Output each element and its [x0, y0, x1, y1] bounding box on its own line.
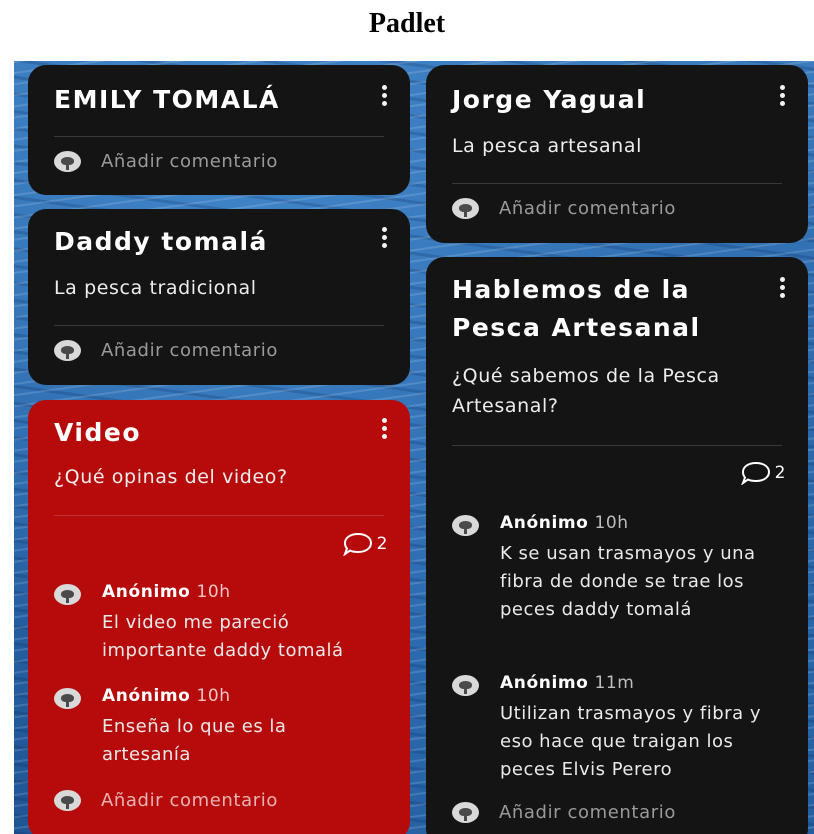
comment-author: Anónimo [500, 513, 589, 533]
comment-time: 11m [594, 673, 635, 693]
comment-time: 10h [594, 513, 629, 533]
post-title: Jorge Yagual [452, 85, 647, 114]
comment-author: Anónimo [102, 582, 191, 602]
post-body: ¿Qué sabemos de la Pesca Artesanal? [452, 365, 720, 417]
comment-count[interactable]: 2 [740, 461, 786, 485]
add-comment-button[interactable]: Añadir comentario [54, 340, 278, 361]
avatar-icon [452, 802, 479, 823]
comment-text: El video me pareció importante daddy tom… [102, 612, 344, 661]
comment-time: 10h [196, 582, 231, 602]
add-comment-label: Añadir comentario [101, 340, 278, 361]
comment-time: 10h [196, 686, 231, 706]
add-comment-button[interactable]: Añadir comentario [452, 802, 676, 823]
divider [54, 136, 384, 137]
avatar-icon [452, 515, 479, 536]
divider [54, 325, 384, 326]
post-title: Daddy tomalá [54, 227, 268, 256]
divider [452, 445, 782, 446]
add-comment-label: Añadir comentario [101, 151, 278, 172]
page-title: Padlet [368, 8, 446, 39]
post-card-daddy[interactable]: Daddy tomalá La pesca tradicional Añadir… [28, 209, 410, 385]
padlet-board: EMILY TOMALÁ Añadir comentario Daddy tom… [14, 61, 814, 834]
post-body: La pesca artesanal [452, 135, 642, 157]
comment-text: Enseña lo que es la artesanía [102, 716, 287, 765]
more-options-icon[interactable] [780, 85, 786, 106]
speech-bubble-icon [342, 532, 372, 556]
avatar-icon [54, 340, 81, 361]
add-comment-label: Añadir comentario [101, 790, 278, 811]
add-comment-button[interactable]: Añadir comentario [452, 198, 676, 219]
avatar-icon [54, 584, 81, 605]
speech-bubble-icon [740, 461, 770, 485]
add-comment-button[interactable]: Añadir comentario [54, 790, 278, 811]
post-title: Hablemos de la Pesca Artesanal [452, 275, 701, 342]
divider [54, 515, 384, 516]
post-card-hablemos[interactable]: Hablemos de la Pesca Artesanal ¿Qué sabe… [426, 257, 808, 834]
comment: Anónimo 10h El video me pareció important… [54, 582, 388, 672]
avatar-icon [54, 790, 81, 811]
comment-count-number: 2 [774, 463, 786, 483]
post-title: EMILY TOMALÁ [54, 85, 280, 114]
add-comment-label: Añadir comentario [499, 198, 676, 219]
more-options-icon[interactable] [780, 277, 786, 298]
comment-text: Utilizan trasmayos y fibra y eso hace qu… [500, 703, 761, 780]
comment-header: Anónimo 10h [102, 686, 231, 706]
more-options-icon[interactable] [382, 85, 388, 106]
comment: Anónimo 11m Utilizan trasmayos y fibra y … [452, 673, 786, 793]
post-card-jorge[interactable]: Jorge Yagual La pesca artesanal Añadir c… [426, 65, 808, 243]
post-body: ¿Qué opinas del video? [54, 466, 288, 488]
comment-text: K se usan trasmayos y una fibra de donde… [500, 543, 756, 620]
more-options-icon[interactable] [382, 227, 388, 248]
comment-header: Anónimo 10h [102, 582, 231, 602]
comment: Anónimo 10h K se usan trasmayos y una fib… [452, 513, 786, 663]
more-options-icon[interactable] [382, 418, 388, 439]
avatar-icon [54, 688, 81, 709]
avatar-icon [452, 675, 479, 696]
post-title: Video [54, 418, 142, 447]
avatar-icon [54, 151, 81, 172]
post-body: La pesca tradicional [54, 277, 257, 299]
avatar-icon [452, 198, 479, 219]
comment-header: Anónimo 10h [500, 513, 629, 533]
post-card-video[interactable]: Video ¿Qué opinas del video? 2 Anónimo 10… [28, 400, 410, 834]
comment-author: Anónimo [102, 686, 191, 706]
comment-header: Anónimo 11m [500, 673, 634, 693]
comment-count[interactable]: 2 [342, 532, 388, 556]
comment-author: Anónimo [500, 673, 589, 693]
comment-count-number: 2 [376, 534, 388, 554]
comment: Anónimo 10h Enseña lo que es la artesanía [54, 686, 388, 776]
add-comment-button[interactable]: Añadir comentario [54, 151, 278, 172]
add-comment-label: Añadir comentario [499, 802, 676, 823]
divider [452, 183, 782, 184]
post-card-emily[interactable]: EMILY TOMALÁ Añadir comentario [28, 65, 410, 195]
